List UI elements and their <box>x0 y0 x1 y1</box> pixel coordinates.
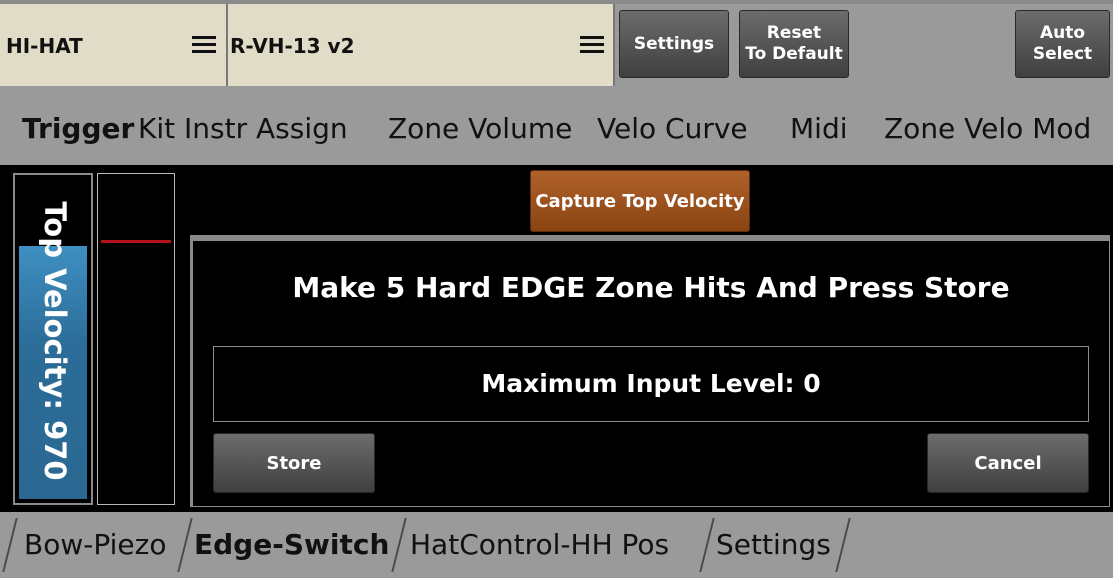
reset-to-default-button[interactable]: Reset To Default <box>739 10 849 78</box>
tab-midi[interactable]: Midi <box>790 92 848 165</box>
tab-velo-curve[interactable]: Velo Curve <box>597 92 748 165</box>
subtab-settings[interactable]: Settings <box>716 512 831 575</box>
trigger-panel: Top Velocity: 970 Capture Top Velocity M… <box>0 165 1113 512</box>
settings-button[interactable]: Settings <box>619 10 729 78</box>
hamburger-menu-icon[interactable] <box>580 36 604 54</box>
sub-tab-bar: Bow-Piezo Edge-Switch HatControl-HH Pos … <box>0 512 1113 575</box>
capture-top-velocity-button[interactable]: Capture Top Velocity <box>530 170 750 232</box>
auto-select-button-label: Auto Select <box>1032 23 1093 64</box>
store-button-label: Store <box>266 452 322 474</box>
tab-trigger[interactable]: Trigger <box>22 92 134 165</box>
top-velocity-meter: Top Velocity: 970 <box>13 173 93 505</box>
top-velocity-label: Top Velocity: 970 <box>38 201 72 481</box>
tab-divider <box>699 518 715 572</box>
level-marker <box>101 240 171 243</box>
tab-zone-volume[interactable]: Zone Volume <box>388 92 572 165</box>
subtab-hatcontrol-hh-pos[interactable]: HatControl-HH Pos <box>410 512 669 575</box>
input-level-meter <box>97 173 175 505</box>
maximum-input-level: Maximum Input Level: 0 <box>213 346 1089 422</box>
tab-divider <box>835 518 851 572</box>
tab-kit-instr-assign[interactable]: Kit Instr Assign <box>138 92 348 165</box>
subtab-edge-switch[interactable]: Edge-Switch <box>194 512 389 575</box>
tab-divider <box>177 518 193 572</box>
capture-button-label: Capture Top Velocity <box>535 190 745 212</box>
capture-dialog: Make 5 Hard EDGE Zone Hits And Press Sto… <box>190 235 1110 507</box>
auto-select-button[interactable]: Auto Select <box>1015 10 1110 78</box>
tab-zone-velo-mod[interactable]: Zone Velo Mod <box>884 92 1091 165</box>
cancel-button[interactable]: Cancel <box>927 433 1089 493</box>
settings-button-label: Settings <box>633 33 715 54</box>
instrument-selector[interactable]: HI-HAT <box>0 4 228 86</box>
model-selector-value: R-VH-13 v2 <box>230 34 355 58</box>
dialog-title: Make 5 Hard EDGE Zone Hits And Press Sto… <box>292 271 1010 304</box>
tab-divider <box>391 518 407 572</box>
hamburger-menu-icon[interactable] <box>192 36 216 54</box>
cancel-button-label: Cancel <box>974 452 1042 474</box>
tab-divider <box>2 518 18 572</box>
subtab-bow-piezo[interactable]: Bow-Piezo <box>24 512 166 575</box>
tab-bar: Trigger Kit Instr Assign Zone Volume Vel… <box>0 92 1113 165</box>
model-selector[interactable]: R-VH-13 v2 <box>228 4 615 86</box>
top-bar: HI-HAT R-VH-13 v2 Settings Reset To Defa… <box>0 0 1113 92</box>
instrument-selector-value: HI-HAT <box>6 34 83 58</box>
store-button[interactable]: Store <box>213 433 375 493</box>
reset-button-label: Reset To Default <box>745 23 843 64</box>
